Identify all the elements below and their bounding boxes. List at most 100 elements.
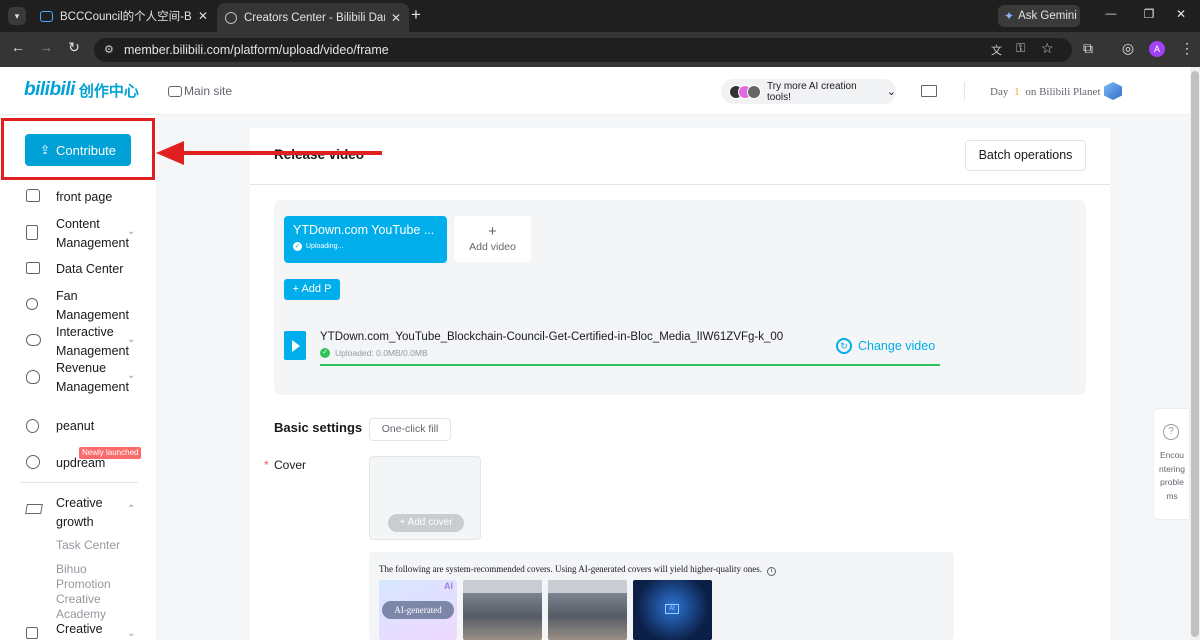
check-circle-icon: ✓ [293,242,302,251]
planet-day: 1 [1014,86,1020,98]
cover-thumbnail[interactable] [548,580,627,640]
sidebar-sub-task-center[interactable]: Task Center [56,536,120,555]
document-icon [26,225,38,240]
chart-icon [26,262,40,274]
cover-thumbnail[interactable]: AI [633,580,712,640]
ai-generated-label: AI-generated [382,601,454,619]
change-video-button[interactable]: ↻ Change video [836,338,935,354]
chevron-up-icon[interactable]: ⌃ [127,504,135,515]
batch-operations-button[interactable]: Batch operations [965,140,1086,171]
sidebar-item-interactive-management[interactable]: Interactive Management [56,323,136,360]
cover-label: Cover [274,458,307,472]
bilibili-tv-icon [40,10,53,22]
recommend-text: The following are system-recommended cov… [379,564,777,576]
browser-tab-bar: ▾ BCCCouncil的个人空间-BCCCou ✕ Creators Cent… [0,0,1200,32]
recommend-label: The following are system-recommended cov… [379,564,762,574]
close-tab-icon[interactable]: ✕ [391,11,401,25]
sidebar-item-front-page[interactable]: front page [56,188,112,207]
graduation-cap-icon [25,504,43,514]
success-check-icon: ✓ [320,348,330,358]
minimize-button[interactable]: — [1102,8,1120,20]
site-settings-icon[interactable]: ⚙ [104,43,114,56]
bilibili-logo[interactable]: bilibili 创作中心 [24,79,139,101]
refresh-icon: ↻ [836,338,852,354]
chevron-down-icon: ⌄ [886,86,896,98]
video-card-status: Uploading... [306,243,344,250]
ai-badge: AI [444,581,453,591]
chrome-extension-icon[interactable]: ◎ [1120,40,1136,57]
updream-icon [26,455,40,469]
video-card-title: YTDown.com YouTube ... [293,223,435,237]
add-video-button[interactable]: + Add video [454,216,531,262]
chevron-down-icon[interactable]: ⌄ [127,226,135,237]
password-key-icon[interactable]: ⚿ [1016,41,1025,56]
planet-suffix: on Bilibili Planet [1025,86,1101,98]
scrollbar-thumb[interactable] [1191,71,1199,637]
close-tab-icon[interactable]: ✕ [198,9,208,23]
cover-thumbnail[interactable] [463,580,542,640]
sidebar-item-peanut[interactable]: peanut [56,417,94,436]
help-text[interactable]: Encountering problems [1158,449,1186,503]
ai-avatars-icon [729,84,761,99]
title-divider [250,184,1110,185]
uploaded-status: ✓ Uploaded: 0.0MB/0.0MB [320,348,428,358]
add-cover-button[interactable]: + Add cover [388,514,464,532]
logo-text: bilibili [24,79,75,100]
logo-chinese-text: 创作中心 [78,82,139,100]
question-icon[interactable]: ? [1163,424,1179,440]
restore-button[interactable]: ❐ [1140,7,1158,21]
peanut-icon [26,419,39,433]
chat-icon [26,334,41,346]
sidebar-item-creative-growth[interactable]: Creative growth [56,494,136,531]
ai-tools-label: Try more AI creation tools! [767,80,857,103]
close-window-button[interactable]: ✕ [1172,7,1190,21]
creative-icon [26,627,38,639]
tab-creators-center[interactable]: Creators Center - Bilibili Danma ✕ [217,3,409,32]
sidebar-item-revenue-management[interactable]: Revenue Management [56,359,136,396]
sidebar-item-content-management[interactable]: Content Management [56,215,136,252]
forward-icon[interactable]: → [38,39,54,55]
reload-icon[interactable]: ↻ [66,39,82,56]
sidebar-sub-creative-academy[interactable]: Creative Academy [56,592,126,622]
back-icon[interactable]: ← [10,39,26,55]
profile-avatar[interactable]: A [1149,41,1165,57]
uploading-video-card[interactable]: YTDown.com YouTube ... ✓ Uploading... [284,216,447,263]
planet-status: Day 1 on Bilibili Planet [990,86,1101,98]
page-scrollbar[interactable] [1190,67,1200,640]
new-tab-button[interactable]: + [407,5,425,25]
info-icon[interactable]: i [767,567,777,576]
tv-icon [168,85,182,97]
translate-icon[interactable]: 文 [991,42,1002,58]
ai-tools-pill[interactable]: Try more AI creation tools! ⌄ [721,79,896,104]
tab-search-button[interactable]: ▾ [8,7,26,25]
ai-generated-cover[interactable]: AI AI-generated [379,580,457,640]
sidebar-item-fan-management[interactable]: Fan Management [56,287,136,324]
sidebar-sub-bihuo-promotion[interactable]: Bihuo Promotion [56,562,126,592]
chevron-down-icon[interactable]: ⌄ [127,334,135,345]
sidebar-item-data-center[interactable]: Data Center [56,260,123,279]
video-file-icon [284,331,306,360]
main-site-link[interactable]: Main site [168,84,232,98]
chevron-down-icon[interactable]: ⌄ [127,370,135,381]
add-p-button[interactable]: + Add P [284,279,340,300]
sidebar-item-creative[interactable]: Creative [56,620,103,639]
upload-progress-fill [320,364,940,366]
chevron-down-icon[interactable]: ⌄ [127,628,135,639]
ask-gemini-label: Ask Gemini [1018,10,1077,22]
uploaded-label: Uploaded: 0.0MB/0.0MB [335,348,428,358]
file-name: YTDown.com_YouTube_Blockchain-Council-Ge… [320,331,784,343]
ask-gemini-button[interactable]: ✦ Ask Gemini [998,5,1080,27]
url-text: member.bilibili.com/platform/upload/vide… [124,43,389,57]
one-click-fill-button[interactable]: One-click fill [369,418,451,441]
menu-icon[interactable]: ⋮ [1180,40,1194,57]
tab-bcccouncil[interactable]: BCCCouncil的个人空间-BCCCou ✕ [32,3,216,29]
newly-launched-badge: Newly launched [79,447,142,459]
globe-icon [225,11,237,24]
annotation-highlight-box [1,118,155,180]
extensions-icon[interactable]: ⧉ [1080,40,1096,57]
address-bar[interactable]: ⚙ member.bilibili.com/platform/upload/vi… [94,38,1072,62]
ai-chip-icon: AI [665,604,679,614]
tab-title: BCCCouncil的个人空间-BCCCou [60,11,192,23]
bookmark-star-icon[interactable]: ☆ [1041,40,1054,57]
mail-icon[interactable] [921,85,937,97]
